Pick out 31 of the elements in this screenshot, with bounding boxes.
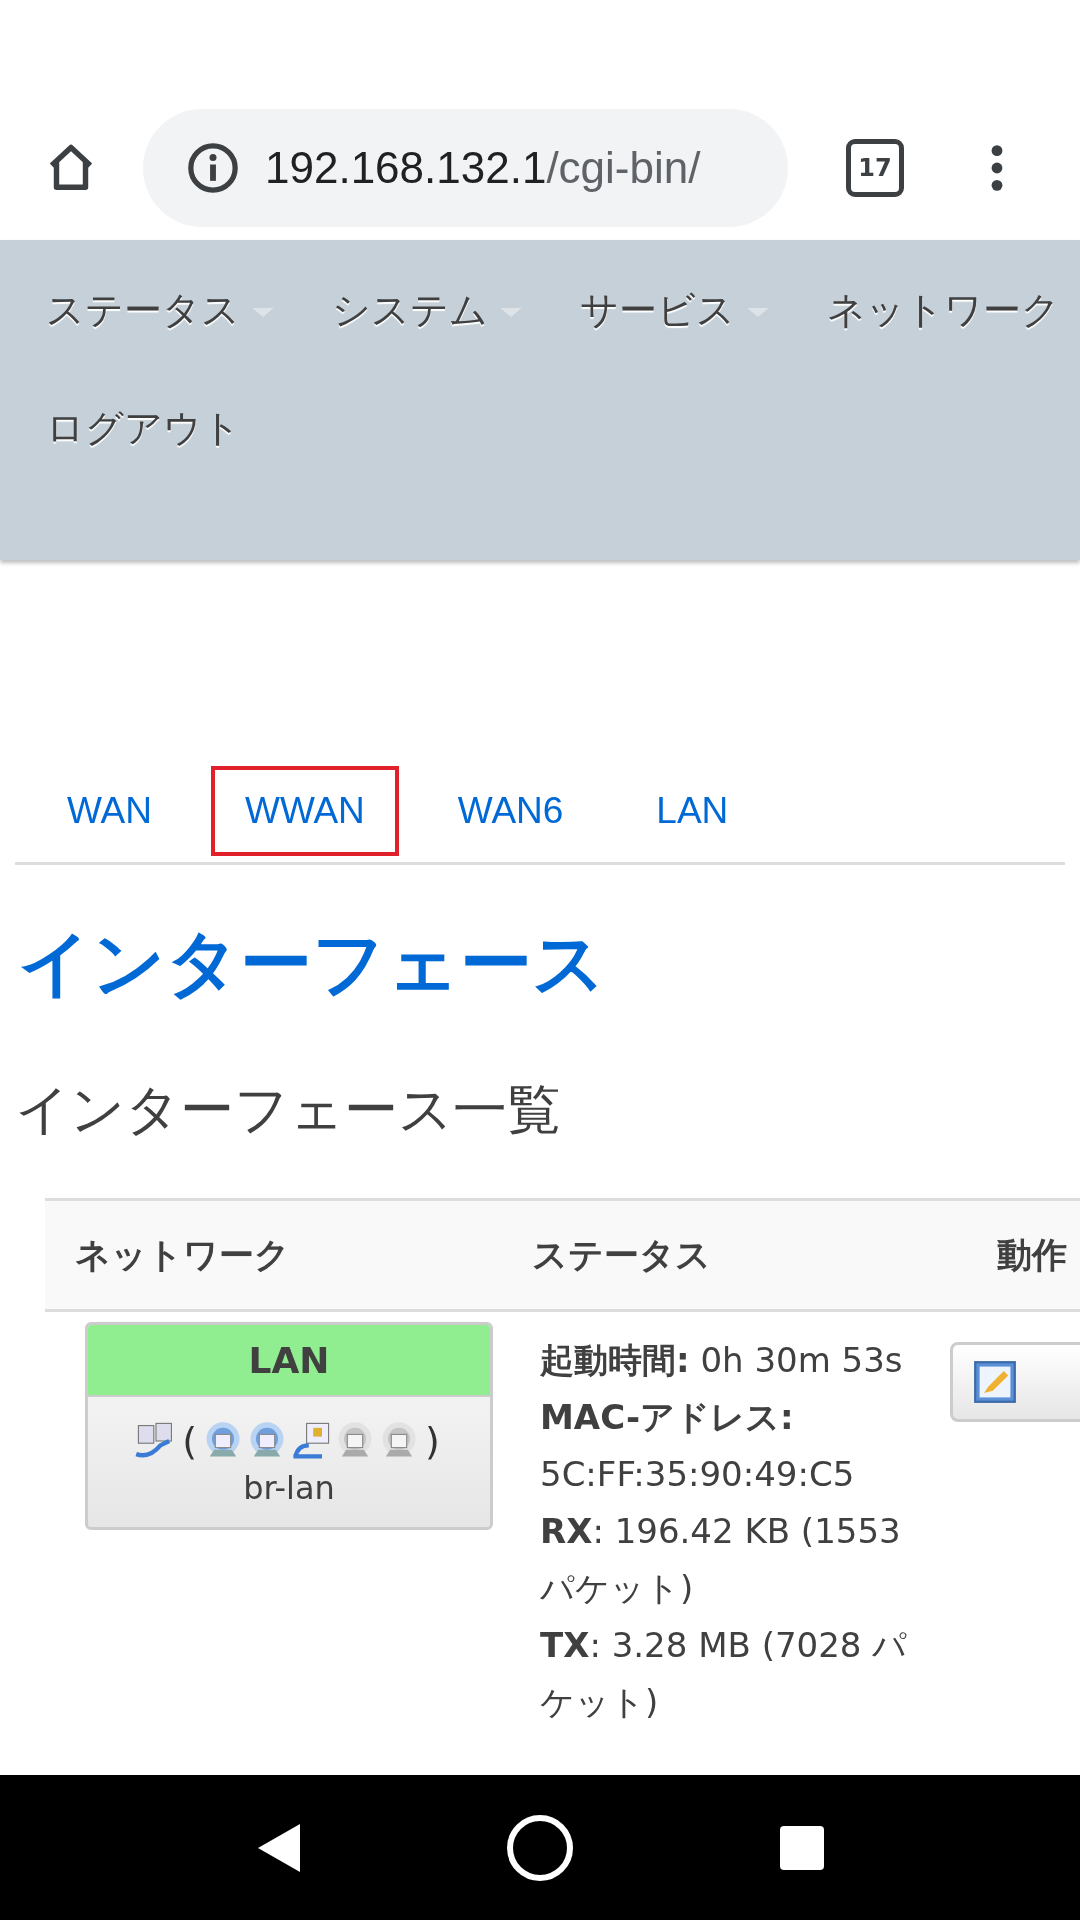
status-text: 起動時間: 0h 30m 53s [540,1339,904,1383]
tab[interactable]: WAN [33,766,186,856]
status-text: RX: 196.42 KB (1553 パケット) [540,1510,902,1611]
section-title: インターフェース一覧 [15,1078,562,1144]
paren: ( [182,1419,197,1464]
column-header: ステータス [532,1233,712,1277]
nav-item[interactable]: ログアウト [46,402,241,454]
paren: ) [425,1419,440,1464]
nav-item[interactable]: サービス [580,284,769,336]
tab[interactable]: WAN6 [423,766,598,856]
column-header: ネットワーク [74,1233,291,1277]
tab[interactable]: LAN [622,766,763,856]
url-host: 192.168.132.1 [265,142,547,193]
interface-name: LAN [88,1325,490,1398]
nav-item[interactable]: システム [332,284,522,336]
status-text: MAC-アドレス: 5C:FF:35:90:49:C5 [540,1396,856,1497]
column-header: 動作 [997,1233,1067,1277]
nav-item[interactable]: ステータス [46,284,274,336]
nav-item[interactable]: ネットワーク [827,284,1060,336]
device-name: br-lan [242,1469,336,1508]
home-button-icon[interactable] [505,1812,575,1883]
caret-icon [747,307,769,317]
tab[interactable]: WWAN [210,766,399,856]
caret-icon [252,307,274,317]
address-bar[interactable]: 192.168.132.1/cgi-bin/ [143,108,788,227]
page-title: インターフェース [18,920,607,1007]
url-path: /cgi-bin/ [546,142,701,193]
tab-count-button[interactable]: 17 [846,138,904,197]
edit-icon [973,1360,1017,1405]
status-text: TX: 3.28 MB (7028 パケット) [540,1624,909,1725]
caret-icon [500,307,522,317]
